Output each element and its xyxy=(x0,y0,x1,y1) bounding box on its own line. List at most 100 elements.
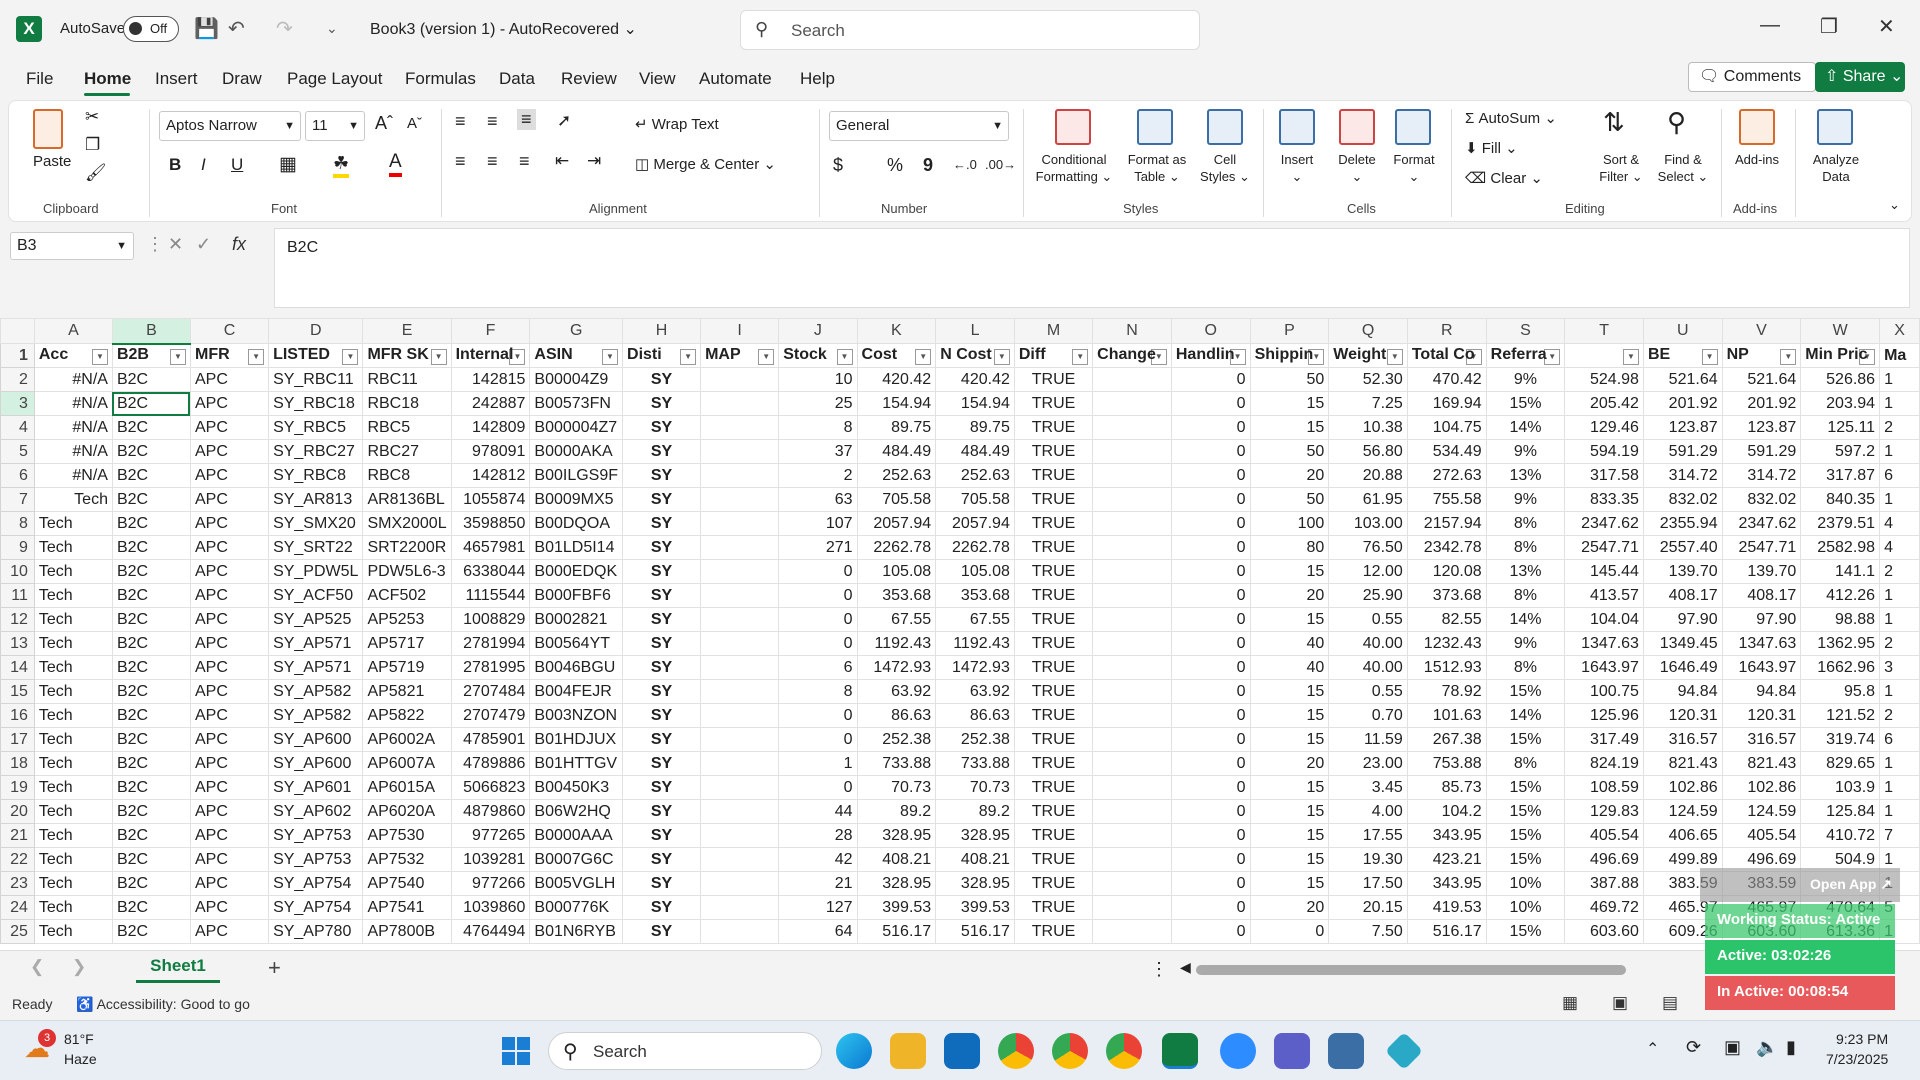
cell[interactable]: 103.00 xyxy=(1328,511,1408,536)
cell[interactable]: #N/A xyxy=(33,367,113,392)
cell[interactable]: 833.35 xyxy=(1564,487,1644,512)
cell[interactable]: 17.50 xyxy=(1328,871,1408,896)
decrease-decimal-icon[interactable]: .00→ xyxy=(985,157,1016,172)
column-header[interactable]: T xyxy=(1564,318,1644,344)
cell[interactable] xyxy=(700,679,780,704)
cell[interactable]: TRUE xyxy=(1013,391,1094,416)
sync-icon[interactable]: ⟳ xyxy=(1686,1037,1701,1058)
cell[interactable]: 516.17 xyxy=(1406,919,1487,944)
tab-review[interactable]: Review xyxy=(561,69,617,89)
column-header[interactable]: L xyxy=(935,318,1015,344)
normal-view-icon[interactable]: ▦ xyxy=(1562,993,1578,1013)
filter-dropdown-icon[interactable]: ▼ xyxy=(91,349,108,365)
cell[interactable]: 412.26 xyxy=(1800,583,1881,608)
cell[interactable]: B0000AAA xyxy=(529,823,624,848)
cell[interactable]: B2C xyxy=(111,583,191,608)
cell[interactable]: 8% xyxy=(1485,583,1566,608)
cell[interactable]: 328.95 xyxy=(856,823,937,848)
save-icon[interactable]: 💾 xyxy=(194,16,219,41)
cell[interactable]: 0.70 xyxy=(1328,703,1408,728)
cell[interactable]: SY_RBC11 xyxy=(268,367,364,392)
cell[interactable]: 9% xyxy=(1485,367,1566,392)
cell[interactable]: 0 xyxy=(1170,415,1251,440)
row-header[interactable]: 7 xyxy=(0,487,35,512)
cell[interactable]: 97.90 xyxy=(1721,607,1802,632)
cell[interactable]: 86.63 xyxy=(856,703,937,728)
cell[interactable] xyxy=(1092,487,1172,512)
row-header[interactable]: 22 xyxy=(0,847,35,872)
cell[interactable]: 169.94 xyxy=(1406,391,1487,416)
cell[interactable]: 1662.96 xyxy=(1800,655,1881,680)
cell[interactable]: 20.88 xyxy=(1328,463,1408,488)
borders-icon[interactable]: ▦ xyxy=(279,153,297,176)
cell[interactable]: B0009MX5 xyxy=(529,487,624,512)
cell[interactable]: 8% xyxy=(1485,655,1566,680)
cell[interactable]: AP5821 xyxy=(362,679,452,704)
cell[interactable]: 2 xyxy=(1879,559,1920,584)
cell[interactable]: 7 xyxy=(1879,823,1920,848)
zoom-icon[interactable] xyxy=(1220,1033,1256,1069)
cell[interactable]: 0 xyxy=(778,703,858,728)
cell[interactable]: 705.58 xyxy=(856,487,937,512)
cell[interactable]: 408.21 xyxy=(935,847,1015,872)
cell[interactable]: 15% xyxy=(1485,775,1566,800)
ribbon-collapse-icon[interactable]: ⌄ xyxy=(1889,197,1900,213)
cell[interactable] xyxy=(1092,391,1172,416)
cell[interactable]: 6 xyxy=(1879,727,1920,752)
cell[interactable]: Tech xyxy=(33,511,113,536)
cell[interactable]: TRUE xyxy=(1013,463,1094,488)
cell[interactable] xyxy=(700,463,780,488)
cell[interactable]: 252.38 xyxy=(935,727,1015,752)
cell[interactable]: 105.08 xyxy=(856,559,937,584)
cell[interactable]: TRUE xyxy=(1013,871,1094,896)
cell[interactable]: 2 xyxy=(1879,415,1920,440)
filter-dropdown-icon[interactable]: ▼ xyxy=(1622,349,1639,365)
row-header[interactable]: 9 xyxy=(0,535,35,560)
cell[interactable]: B2C xyxy=(111,607,191,632)
percent-button[interactable]: % xyxy=(887,155,903,176)
cell[interactable]: 4789886 xyxy=(450,751,531,776)
cell[interactable]: 1512.93 xyxy=(1406,655,1487,680)
cell[interactable]: SY_AP571 xyxy=(268,631,364,656)
underline-button[interactable]: U xyxy=(231,155,243,175)
cell[interactable]: 1232.43 xyxy=(1406,631,1487,656)
cell[interactable]: SY xyxy=(622,895,702,920)
edge-icon[interactable] xyxy=(836,1033,872,1069)
cell[interactable]: SY_AP600 xyxy=(268,727,364,752)
cell[interactable] xyxy=(700,367,780,392)
cell[interactable]: SY xyxy=(622,679,702,704)
delete-cells-icon[interactable] xyxy=(1339,109,1375,145)
cell[interactable]: 8% xyxy=(1485,511,1566,536)
cell[interactable]: 89.2 xyxy=(935,799,1015,824)
cell[interactable]: SY_AP600 xyxy=(268,751,364,776)
cell[interactable] xyxy=(1092,727,1172,752)
cell[interactable]: 1 xyxy=(1879,583,1920,608)
copy-icon[interactable]: ❐ xyxy=(85,135,100,155)
cell[interactable]: B000FBF6 xyxy=(529,583,624,608)
cell[interactable]: B2C xyxy=(111,847,191,872)
cell[interactable]: 123.87 xyxy=(1721,415,1802,440)
cell[interactable]: 4657981 xyxy=(450,535,531,560)
cell[interactable]: 733.88 xyxy=(935,751,1015,776)
currency-button[interactable]: $ xyxy=(833,155,843,176)
cell[interactable]: B01N6RYB xyxy=(529,919,624,944)
open-app-button[interactable]: Open App ↗ xyxy=(1700,868,1900,902)
cell[interactable]: TRUE xyxy=(1013,655,1094,680)
cell[interactable]: B06W2HQ xyxy=(529,799,624,824)
cell[interactable]: SY xyxy=(622,391,702,416)
cell[interactable]: APC xyxy=(189,655,270,680)
cell[interactable]: 0 xyxy=(1170,751,1251,776)
cell[interactable]: 1 xyxy=(1879,439,1920,464)
cell[interactable]: 521.64 xyxy=(1721,367,1802,392)
cell[interactable]: 399.53 xyxy=(856,895,937,920)
cell[interactable]: 0 xyxy=(778,559,858,584)
cell[interactable]: AP5822 xyxy=(362,703,452,728)
cell[interactable]: 328.95 xyxy=(935,823,1015,848)
conditional-formatting-button[interactable]: Conditional Formatting ⌄ xyxy=(1029,151,1119,185)
cell[interactable]: 7.50 xyxy=(1328,919,1408,944)
name-box[interactable]: B3 ▼ xyxy=(10,232,134,260)
cell[interactable] xyxy=(700,583,780,608)
cell[interactable]: 15 xyxy=(1249,679,1330,704)
cell[interactable]: 516.17 xyxy=(935,919,1015,944)
cell[interactable]: SY xyxy=(622,607,702,632)
